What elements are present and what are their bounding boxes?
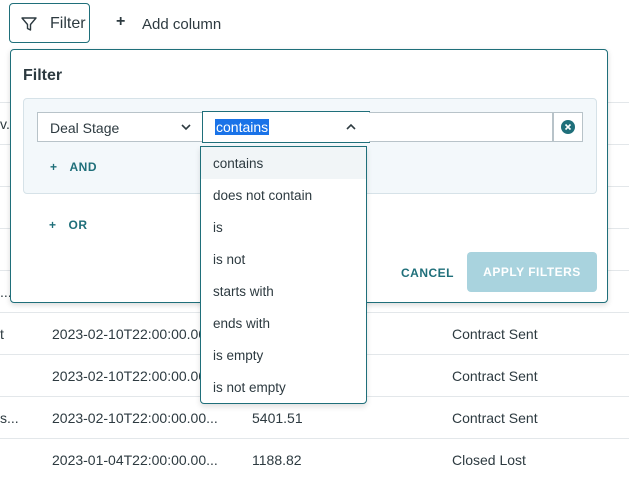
add-or-button[interactable]: + OR	[49, 218, 88, 232]
table-cell-amount: 5401.51	[252, 410, 303, 426]
chevron-up-icon	[346, 123, 356, 130]
toolbar: Filter + Add column	[0, 0, 629, 48]
option-label: is	[213, 220, 223, 235]
add-and-button[interactable]: + AND	[50, 160, 97, 174]
or-label: OR	[68, 218, 88, 232]
filter-panel-title: Filter	[23, 67, 63, 84]
clear-filter-button[interactable]	[553, 112, 583, 142]
filter-value-input[interactable]	[369, 112, 553, 142]
clear-icon	[561, 120, 575, 134]
operator-select-value: contains	[215, 119, 270, 135]
plus-icon: +	[116, 13, 126, 30]
filter-icon	[21, 17, 37, 31]
and-label: AND	[69, 160, 98, 174]
field-select-value: Deal Stage	[50, 120, 120, 136]
dropdown-option[interactable]: is not	[201, 243, 366, 275]
table-cell: s...	[0, 410, 19, 426]
table-cell-stage: Closed Lost	[452, 452, 526, 468]
operator-select[interactable]: contains	[202, 111, 370, 143]
option-label: is empty	[213, 348, 264, 363]
filter-button[interactable]: Filter	[9, 3, 90, 43]
dropdown-option[interactable]: starts with	[201, 275, 366, 307]
table-cell-date: 2023-02-10T22:00:00.00...	[52, 368, 218, 384]
chevron-down-icon	[181, 124, 191, 131]
table-cell-stage: Contract Sent	[452, 368, 538, 384]
plus-icon: +	[49, 218, 57, 232]
dropdown-option[interactable]: is	[201, 211, 366, 243]
dropdown-option[interactable]: does not contain	[201, 179, 366, 211]
dropdown-option[interactable]: is not empty	[201, 371, 366, 403]
option-label: is not empty	[213, 380, 286, 395]
option-label: starts with	[213, 284, 274, 299]
cancel-button[interactable]: CANCEL	[401, 266, 454, 280]
table-cell-stage: Contract Sent	[452, 410, 538, 426]
operator-dropdown-list: contains does not contain is is not star…	[200, 146, 367, 404]
add-column-label: Add column	[142, 16, 222, 33]
dropdown-option[interactable]: ends with	[201, 307, 366, 339]
table-cell-stage: Contract Sent	[452, 326, 538, 342]
option-label: does not contain	[213, 188, 313, 203]
plus-icon: +	[50, 160, 58, 174]
table-cell-date: 2023-01-04T22:00:00.00...	[52, 452, 218, 468]
table-cell: t	[0, 326, 4, 342]
table-cell-amount: 1188.82	[252, 452, 302, 468]
filter-button-label: Filter	[50, 15, 86, 32]
option-label: contains	[213, 156, 264, 171]
table-row[interactable]: 2023-01-04T22:00:00.00... 1188.82 Closed…	[0, 438, 629, 480]
dropdown-option[interactable]: contains	[201, 147, 366, 179]
field-select[interactable]: Deal Stage	[37, 112, 203, 142]
option-label: is not	[213, 252, 246, 267]
table-cell-date: 2023-02-10T22:00:00.00...	[52, 326, 218, 342]
option-label: ends with	[213, 316, 271, 331]
apply-filters-button[interactable]: APPLY FILTERS	[467, 252, 597, 292]
table-cell: v.	[0, 116, 10, 132]
dropdown-option[interactable]: is empty	[201, 339, 366, 371]
table-cell-date: 2023-02-10T22:00:00.00...	[52, 410, 218, 426]
